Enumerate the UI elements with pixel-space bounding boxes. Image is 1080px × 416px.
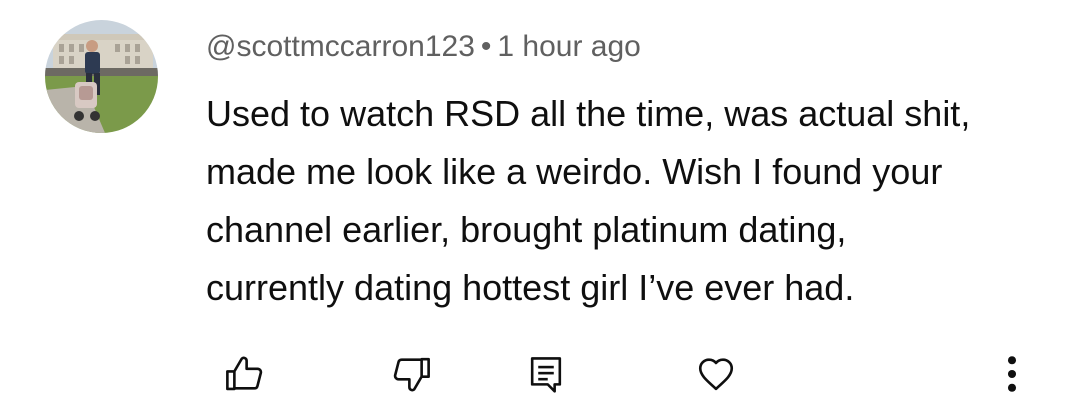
reply-button[interactable] <box>524 352 568 396</box>
comment-text: Used to watch RSD all the time, was actu… <box>206 85 1056 317</box>
comment-text-line: made me look like a weirdo. Wish I found… <box>206 151 943 192</box>
reply-icon <box>530 357 562 393</box>
more-options-button[interactable] <box>990 352 1034 396</box>
more-vertical-icon <box>1007 356 1017 392</box>
dislike-button[interactable] <box>390 352 434 396</box>
comment-text-line: channel earlier, brought platinum dating… <box>206 209 847 250</box>
heart-icon <box>698 358 734 391</box>
comment-card: @scottmccarron123 • 1 hour ago Used to wat… <box>0 0 1080 416</box>
comment-text-line: Used to watch RSD all the time, was actu… <box>206 93 971 134</box>
meta-separator: • <box>480 30 492 63</box>
comment-timestamp[interactable]: 1 hour ago <box>497 30 640 63</box>
heart-button[interactable] <box>694 352 738 396</box>
avatar-photo <box>45 20 158 133</box>
comment-meta: @scottmccarron123 • 1 hour ago <box>206 28 641 66</box>
like-button[interactable] <box>222 352 266 396</box>
avatar[interactable] <box>45 20 158 133</box>
thumbs-down-icon <box>393 357 430 392</box>
thumbs-up-icon <box>226 356 263 391</box>
comment-author[interactable]: @scottmccarron123 <box>206 30 475 63</box>
comment-text-line: currently dating hottest girl I’ve ever … <box>206 267 855 308</box>
